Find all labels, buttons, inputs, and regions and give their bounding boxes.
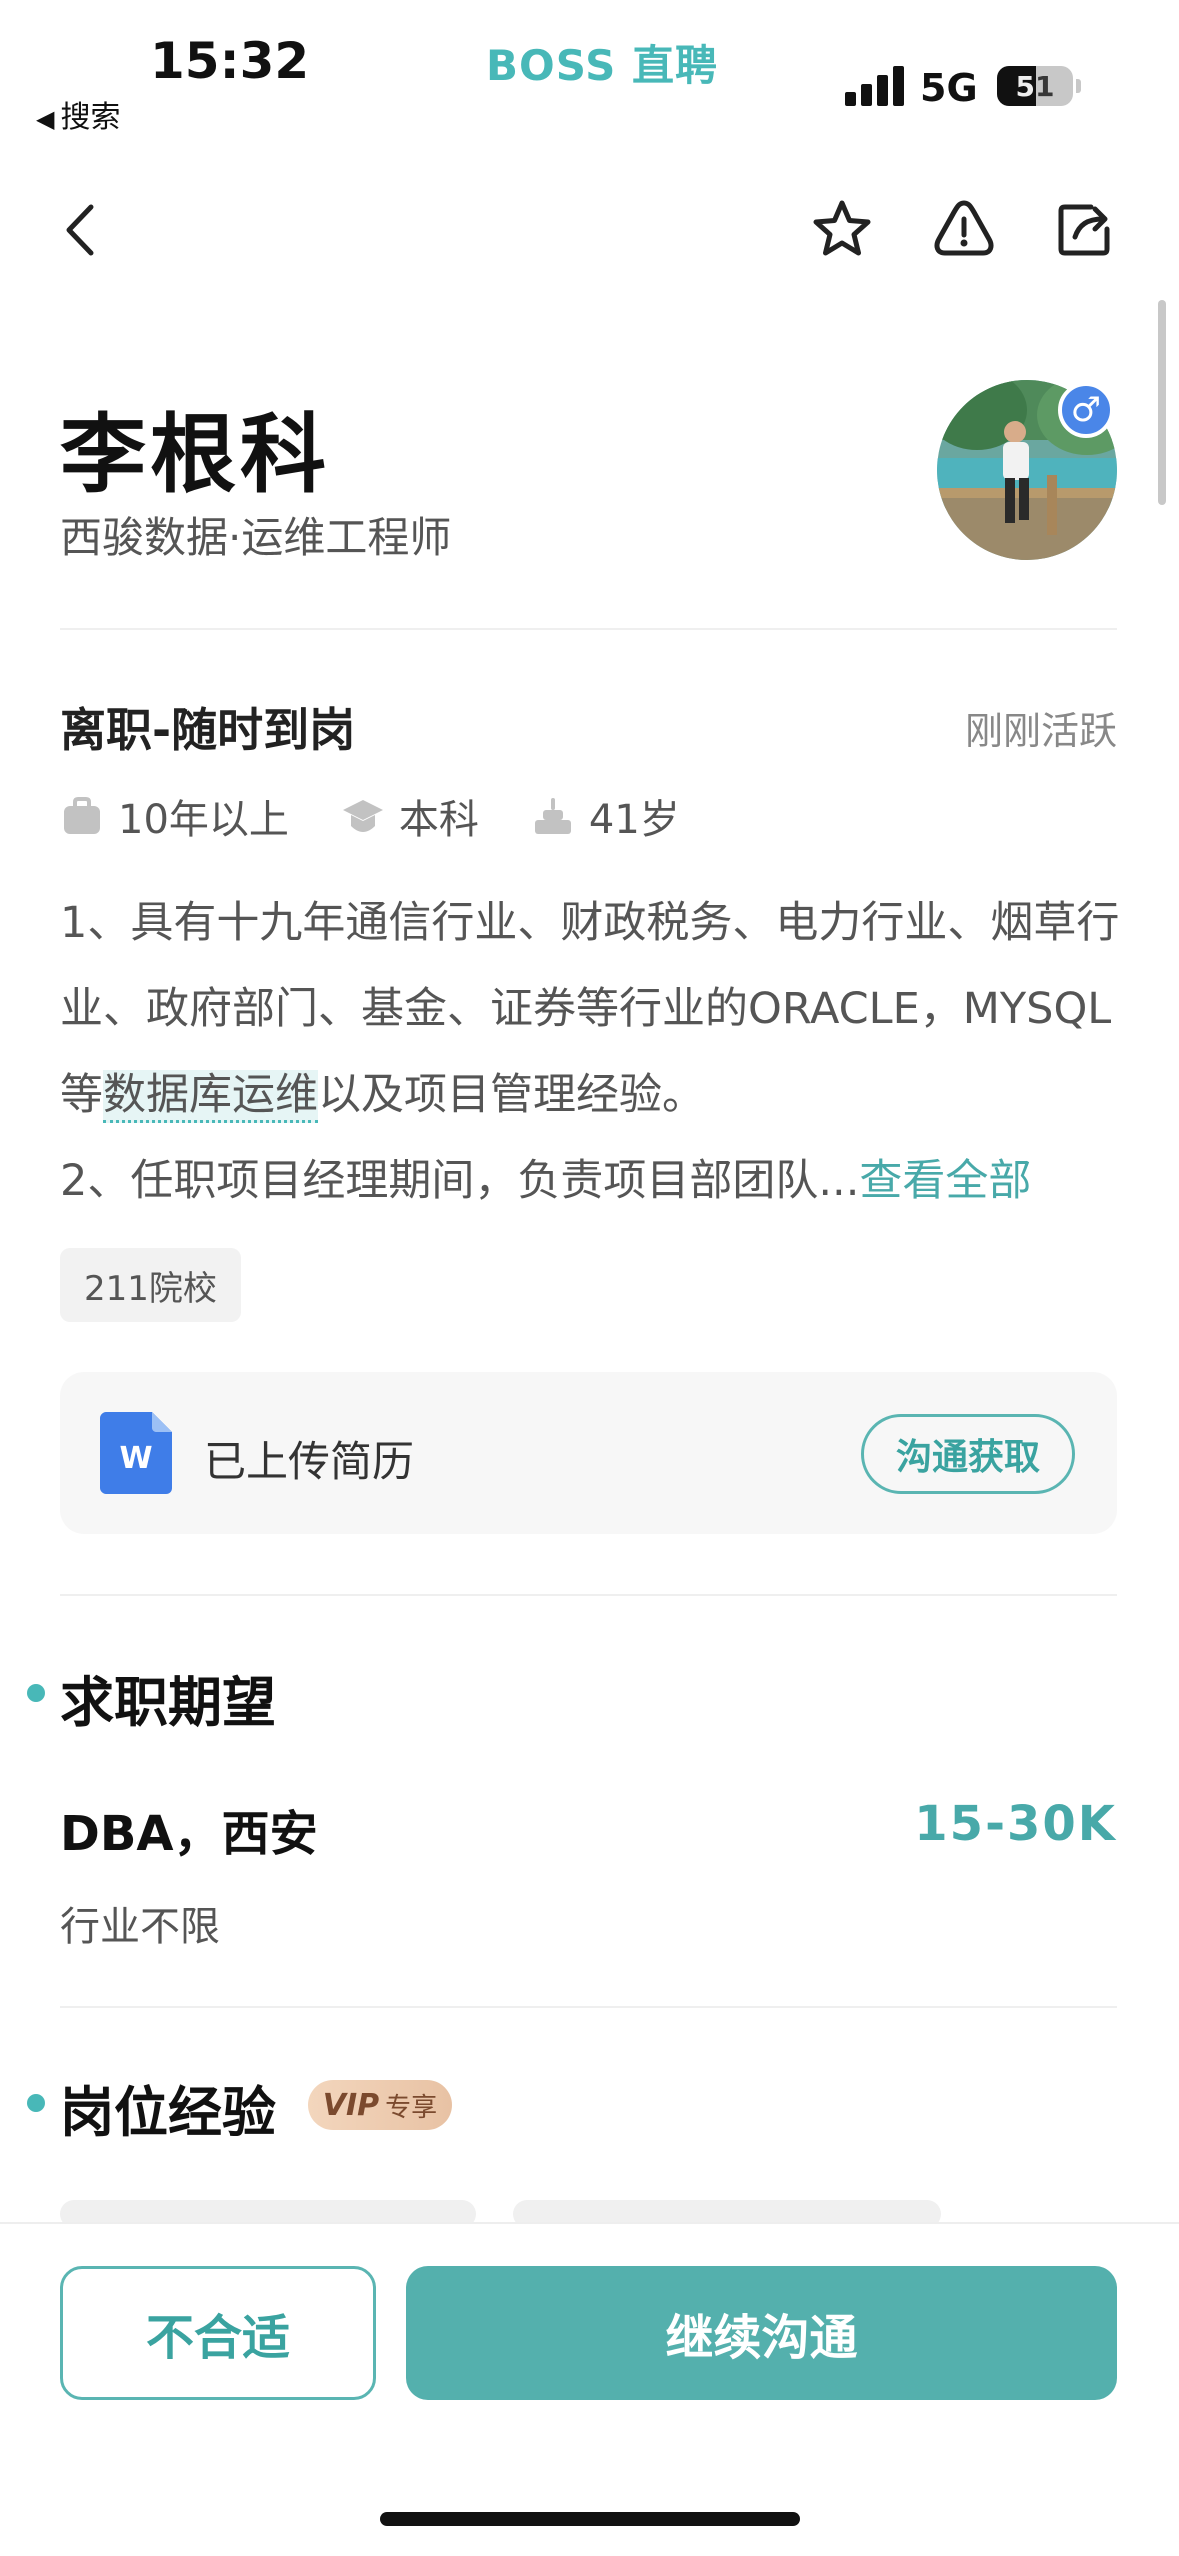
- home-indicator[interactable]: [380, 2512, 800, 2526]
- school-tag: 211院校: [60, 1248, 241, 1322]
- age-meta: 41岁: [531, 787, 680, 845]
- view-all-link[interactable]: 查看全部: [859, 1156, 1031, 1206]
- not-suitable-button[interactable]: 不合适: [60, 2266, 376, 2400]
- continue-chat-button[interactable]: 继续沟通: [406, 2266, 1117, 2400]
- signal-icon: [845, 62, 905, 106]
- candidate-name: 李根科: [60, 405, 330, 505]
- active-status: 刚刚活跃: [964, 709, 1117, 753]
- back-app-label: 搜索: [60, 100, 121, 135]
- experience-text: 10年以上: [118, 797, 289, 843]
- share-icon[interactable]: [1046, 192, 1122, 268]
- divider: [60, 2006, 1117, 2008]
- back-icon[interactable]: [44, 192, 120, 268]
- vip-text: 专享: [385, 2092, 438, 2123]
- expectation-section-title: 求职期望: [60, 1671, 276, 1734]
- summary-part3: 2、任职项目经理期间，负责项目部团队...: [60, 1156, 860, 1206]
- graduation-cap-icon: [342, 800, 383, 832]
- expected-salary: 15-30K: [914, 1796, 1117, 1852]
- section-dot: [27, 2094, 45, 2112]
- company-title: 西骏数据·运维工程师: [60, 513, 452, 562]
- resume-card: W 已上传简历 沟通获取: [60, 1372, 1117, 1534]
- back-to-app-link[interactable]: ◀ 搜索: [36, 92, 120, 136]
- experience-section-title: 岗位经验: [60, 2081, 276, 2144]
- expected-position: DBA，西安: [60, 1806, 318, 1862]
- resume-label: 已上传简历: [204, 1437, 415, 1486]
- age-text: 41岁: [588, 797, 680, 843]
- section-dot: [27, 1684, 45, 1702]
- battery-level: 51: [1015, 70, 1055, 103]
- svg-text:W: W: [119, 1441, 152, 1476]
- summary-part2: 以及项目管理经验。: [318, 1070, 705, 1120]
- back-triangle-icon: ◀: [36, 105, 55, 133]
- get-resume-button[interactable]: 沟通获取: [861, 1414, 1075, 1494]
- status-bar: 15:32 ◀ 搜索 BOSS 直聘 5G 51: [0, 0, 1179, 150]
- divider: [60, 628, 1117, 630]
- battery-icon: 51: [997, 66, 1073, 106]
- gender-male-icon: ♂: [1058, 382, 1114, 438]
- status-time: 15:32: [150, 32, 310, 90]
- education-text: 本科: [398, 797, 479, 843]
- battery-cap: [1076, 79, 1081, 93]
- vip-badge: VIP 专享: [308, 2080, 452, 2130]
- network-type: 5G: [920, 66, 978, 110]
- scrollbar[interactable]: [1158, 300, 1166, 505]
- cake-icon: [534, 798, 571, 834]
- word-doc-icon: W: [100, 1412, 172, 1494]
- expected-industry: 行业不限: [60, 1904, 220, 1950]
- education-meta: 本科: [341, 787, 479, 845]
- summary-keyword-highlight[interactable]: 数据库运维: [103, 1070, 318, 1123]
- job-status: 离职-随时到岗: [60, 703, 356, 757]
- warning-icon[interactable]: [926, 192, 1002, 268]
- vip-label: VIP: [322, 2087, 380, 2123]
- brand-label: BOSS 直聘: [486, 41, 718, 90]
- briefcase-icon: [64, 797, 100, 834]
- experience-meta: 10年以上: [60, 787, 289, 845]
- divider: [60, 1594, 1117, 1596]
- candidate-summary: 1、具有十九年通信行业、财政税务、电力行业、烟草行业、政府部门、基金、证券等行业…: [60, 880, 1120, 1224]
- star-icon[interactable]: [804, 192, 880, 268]
- meta-row: 10年以上 本科 41岁: [60, 788, 732, 844]
